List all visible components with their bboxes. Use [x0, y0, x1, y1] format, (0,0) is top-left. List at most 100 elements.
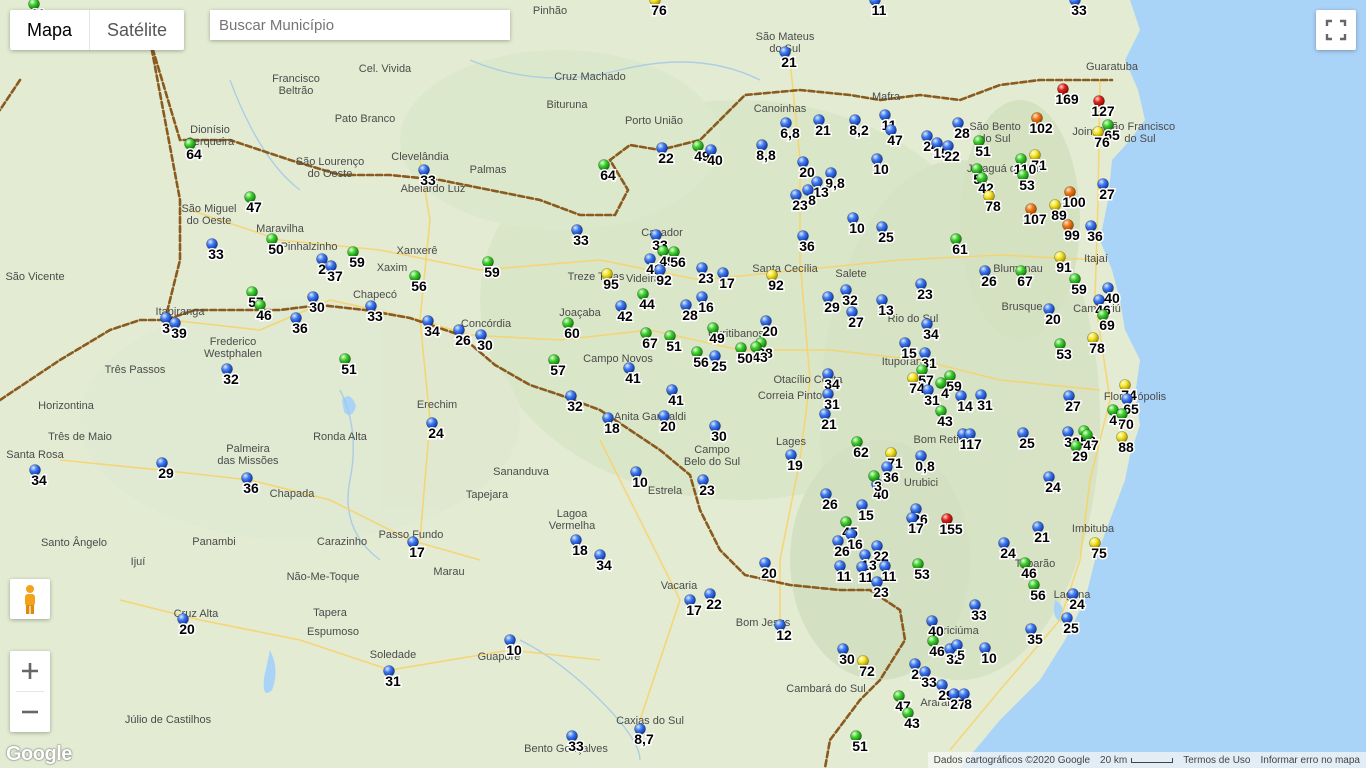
place-label: Marau [433, 566, 464, 578]
place-label: Mafra [872, 91, 901, 103]
marker-value-label: 25 [1063, 620, 1079, 636]
marker-value-label: 57 [550, 362, 566, 378]
marker-value-label: 26 [981, 273, 997, 289]
place-label: Carazinho [317, 536, 367, 548]
place-label: Palmas [470, 164, 507, 176]
marker-value-label: 39 [171, 325, 187, 341]
scale-label: 20 km [1100, 754, 1128, 766]
marker-value-label: 61 [952, 241, 968, 257]
marker-value-label: 23 [699, 482, 715, 498]
marker-value-label: 67 [1017, 273, 1033, 289]
place-label: Estrela [648, 485, 683, 497]
rain-marker-blue[interactable]: 11 [869, 0, 888, 20]
marker-value-label: 43 [904, 715, 920, 731]
map-type-satellite-button[interactable]: Satélite [90, 10, 184, 50]
place-label: Ronda Alta [313, 431, 368, 443]
place-label: Tapejara [466, 489, 509, 501]
marker-value-label: 69 [1099, 317, 1115, 333]
place-label: Urubici [904, 477, 938, 489]
place-label: Guaratuba [1086, 61, 1139, 73]
place-label: Ijuí [131, 556, 146, 568]
map-canvas[interactable]: PinhãoSão Mateus do SulFrancisco BeltrãoCe… [0, 0, 1366, 768]
municipality-search-input[interactable] [210, 10, 510, 40]
marker-value-label: 26 [455, 332, 471, 348]
marker-value-label: 34 [424, 323, 440, 339]
marker-value-label: 20 [660, 418, 676, 434]
marker-value-label: 31 [924, 392, 940, 408]
marker-value-label: 107 [1023, 211, 1047, 227]
marker-value-label: 78 [1089, 340, 1105, 356]
place-label: Pinhalzinho [281, 241, 338, 253]
place-label: Itajaí [1084, 253, 1108, 265]
street-view-pegman-button[interactable] [10, 579, 50, 619]
place-label: Bituruna [547, 99, 589, 111]
marker-value-label: 6,8 [780, 125, 800, 141]
marker-value-label: 22 [658, 150, 674, 166]
place-label: Lages [776, 436, 806, 448]
marker-value-label: 22 [944, 148, 960, 164]
marker-value-label: 20 [179, 621, 195, 637]
marker-value-label: 10 [506, 642, 522, 658]
marker-value-label: 17 [908, 520, 924, 536]
marker-value-label: 31 [977, 397, 993, 413]
google-logo[interactable]: Google [6, 743, 72, 766]
place-label: Cel. Vivida [359, 63, 412, 75]
map-type-map-button[interactable]: Mapa [10, 10, 89, 50]
place-label: Erechim [417, 399, 457, 411]
marker-value-label: 30 [839, 651, 855, 667]
place-label: Cambará do Sul [786, 683, 866, 695]
place-label: Bento Gonçalves [524, 743, 608, 755]
place-label: Júlio de Castilhos [125, 714, 212, 726]
marker-value-label: 51 [666, 338, 682, 354]
marker-value-label: 33 [971, 607, 987, 623]
marker-value-label: 33 [1071, 2, 1087, 18]
marker-value-label: 17 [409, 544, 425, 560]
marker-value-label: 27 [848, 314, 864, 330]
pegman-icon [25, 585, 35, 614]
marker-value-label: 46 [1021, 565, 1037, 581]
terms-link[interactable]: Termos de Uso [1183, 755, 1250, 766]
marker-value-label: 33 [568, 738, 584, 754]
place-label: Porto União [625, 115, 683, 127]
marker-value-label: 18 [604, 420, 620, 436]
place-label: São Vicente [5, 271, 64, 283]
report-error-link[interactable]: Informar erro no mapa [1261, 755, 1361, 766]
marker-value-label: 50 [268, 241, 284, 257]
marker-value-label: 60 [564, 325, 580, 341]
marker-value-label: 59 [1071, 281, 1087, 297]
marker-value-label: 27 [1065, 398, 1081, 414]
place-label: Não-Me-Toque [287, 571, 360, 583]
place-label: Salete [835, 268, 866, 280]
marker-value-label: 47 [887, 132, 903, 148]
place-label: Joaçaba [559, 307, 601, 319]
fullscreen-button[interactable] [1316, 10, 1356, 50]
marker-value-label: 24 [1069, 596, 1085, 612]
marker-value-label: 51 [975, 143, 991, 159]
scale-indicator[interactable]: 20 km [1100, 754, 1174, 766]
marker-value-label: 34 [923, 326, 939, 342]
zoom-out-button[interactable] [10, 692, 50, 732]
marker-value-label: 10 [632, 474, 648, 490]
marker-value-label: 88 [1118, 439, 1134, 455]
marker-value-label: 23 [873, 584, 889, 600]
zoom-in-button[interactable] [10, 651, 50, 691]
marker-value-label: 24 [428, 425, 444, 441]
marker-value-label: 11 [882, 568, 897, 584]
place-label: Santa Rosa [6, 449, 64, 461]
place-label: Horizontina [38, 400, 95, 412]
marker-value-label: 8,8 [756, 147, 776, 163]
marker-value-label: 51 [341, 361, 357, 377]
marker-value-label: 0,8 [915, 458, 935, 474]
map-attribution-bar: Dados cartográficos ©2020 Google 20 km T… [927, 752, 1366, 768]
marker-value-label: 35 [1027, 631, 1043, 647]
marker-value-label: 30 [711, 428, 727, 444]
marker-value-label: 50 [737, 350, 753, 366]
rain-marker-blue[interactable]: 33 [1069, 0, 1088, 20]
marker-value-label: 53 [914, 566, 930, 582]
place-label: Chapecó [353, 289, 397, 301]
minus-icon [22, 710, 38, 714]
plus-icon [22, 663, 38, 679]
place-label: Brusque [1002, 301, 1043, 313]
map-data-attribution[interactable]: Dados cartográficos ©2020 Google [934, 755, 1090, 766]
rain-marker-yellow[interactable]: 76 [649, 0, 668, 20]
